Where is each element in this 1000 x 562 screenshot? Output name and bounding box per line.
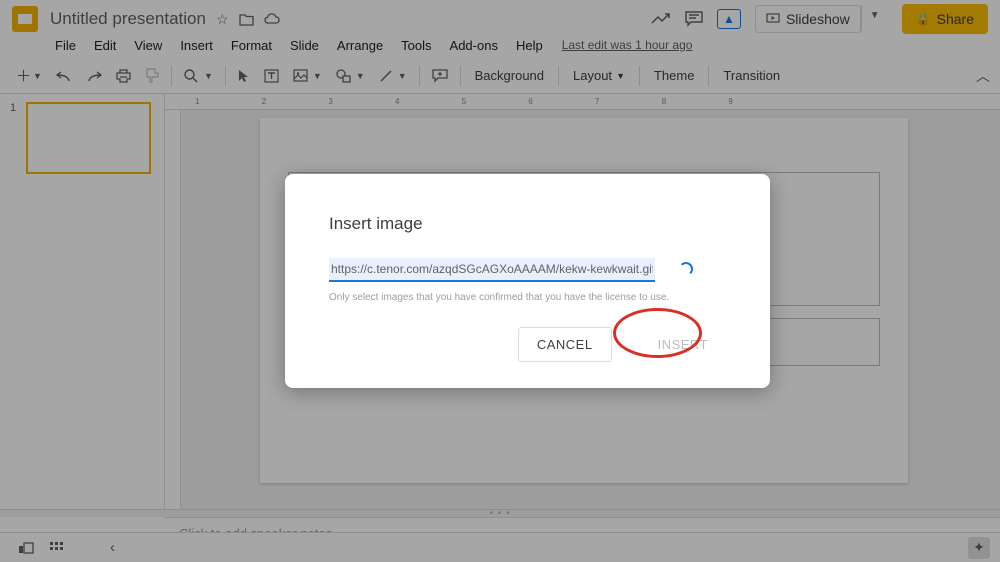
insert-button: INSERT — [640, 328, 726, 361]
dialog-title: Insert image — [329, 214, 726, 234]
cancel-button[interactable]: CANCEL — [518, 327, 612, 362]
image-url-input[interactable] — [329, 258, 655, 282]
license-hint: Only select images that you have confirm… — [329, 292, 726, 303]
loading-spinner-icon — [679, 262, 693, 276]
insert-image-dialog: Insert image Only select images that you… — [285, 174, 770, 388]
